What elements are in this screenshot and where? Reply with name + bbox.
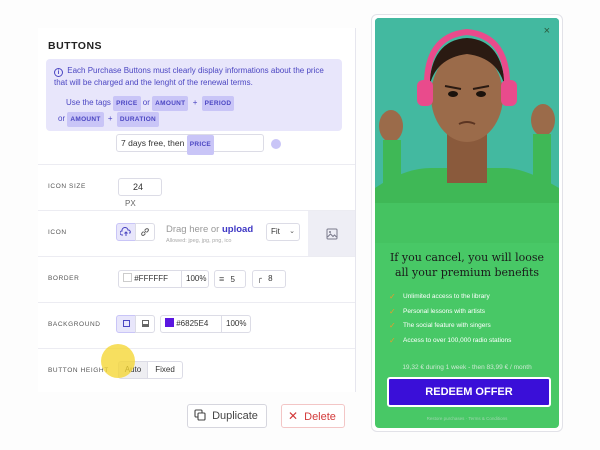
- paywall-screen: × If you cancel, you will loose all your…: [375, 18, 559, 428]
- upload-link[interactable]: upload: [222, 224, 253, 235]
- icon-size-row: ICON SIZE 24 PX: [38, 164, 355, 210]
- info-icon: i: [54, 68, 63, 77]
- redeem-offer-button[interactable]: REDEEM OFFER: [387, 377, 551, 407]
- duplicate-button[interactable]: Duplicate: [187, 404, 267, 428]
- info-notice: i Each Purchase Buttons must clearly dis…: [46, 59, 342, 131]
- benefit-text: Access to over 100,000 radio stations: [403, 336, 512, 344]
- border-color-value: #FFFFFF: [134, 274, 169, 283]
- border-width-value: 5: [230, 275, 235, 284]
- upload-icon: [119, 226, 131, 236]
- tags-row-2: or AMOUNT + DURATION: [58, 112, 160, 127]
- image-icon: [326, 228, 338, 240]
- section-title: BUTTONS: [48, 40, 103, 52]
- gradient-fill-icon: [141, 320, 149, 327]
- use-tags-label: Use the tags: [66, 98, 111, 107]
- background-opacity-input[interactable]: 100%: [221, 315, 251, 333]
- check-icon: ✓: [389, 335, 396, 345]
- upload-dropzone[interactable]: Drag here or upload: [166, 224, 253, 235]
- button-settings-panel: BUTTONS i Each Purchase Buttons must cle…: [38, 28, 356, 392]
- info-text: Each Purchase Buttons must clearly displ…: [54, 66, 324, 87]
- button-height-label: BUTTON HEIGHT: [48, 367, 109, 374]
- background-color-value: #6825E4: [176, 319, 209, 328]
- tags-row-1: Use the tags PRICE or AMOUNT + PERIOD: [66, 96, 235, 111]
- click-indicator: [101, 344, 135, 378]
- border-width-input[interactable]: ≡ 5: [214, 270, 246, 288]
- check-icon: ✓: [389, 306, 396, 316]
- border-radius-value: 8: [268, 274, 273, 283]
- border-opacity-input[interactable]: 100%: [181, 270, 209, 288]
- border-opacity-value: 100%: [186, 274, 207, 283]
- gradient-fill-button[interactable]: [135, 315, 155, 333]
- button-text-value: 7 days free, then: [121, 138, 185, 148]
- tag-price[interactable]: PRICE: [186, 135, 215, 155]
- fit-select[interactable]: Fit ⌄: [266, 223, 300, 241]
- border-label: BORDER: [48, 275, 80, 282]
- icon-size-label: ICON SIZE: [48, 183, 86, 190]
- background-color-input[interactable]: #6825E4: [160, 315, 222, 333]
- solid-fill-button[interactable]: [116, 315, 136, 333]
- paywall-preview: × If you cancel, you will loose all your…: [371, 14, 563, 432]
- benefit-item: ✓ Access to over 100,000 radio stations: [389, 334, 557, 349]
- icon-label: ICON: [48, 229, 67, 236]
- plus-sign: +: [192, 98, 198, 107]
- or-label: or: [58, 114, 66, 123]
- icon-size-value: 24: [133, 182, 144, 192]
- tag-price[interactable]: PRICE: [113, 96, 141, 111]
- close-icon[interactable]: ×: [544, 25, 550, 37]
- height-fixed-option[interactable]: Fixed: [147, 361, 183, 379]
- delete-label: Delete: [304, 411, 336, 423]
- allowed-types: Allowed: jpeg, jpg, png, ico: [166, 238, 232, 244]
- duplicate-label: Duplicate: [212, 410, 258, 422]
- tag-period[interactable]: PERIOD: [201, 96, 235, 111]
- background-row: BACKGROUND #6825E4 100%: [38, 302, 355, 348]
- benefit-text: The social feature with singers: [403, 322, 491, 329]
- background-opacity-value: 100%: [226, 319, 247, 328]
- duplicate-icon: [194, 409, 206, 421]
- border-row: BORDER #FFFFFF 100% ≡ 5 ╭ 8: [38, 256, 355, 302]
- fit-value: Fit: [271, 227, 280, 236]
- tag-amount[interactable]: AMOUNT: [152, 96, 189, 111]
- icon-size-input[interactable]: 24 PX: [118, 178, 162, 208]
- check-icon: ✓: [389, 321, 396, 330]
- chevron-down-icon: ⌄: [289, 228, 295, 235]
- button-height-row: BUTTON HEIGHT Auto Fixed: [38, 348, 355, 392]
- benefit-text: Unlimited access to the library: [403, 293, 490, 300]
- price-line: 19,32 € during 1 week - then 83,99 € / m…: [402, 364, 532, 371]
- background-label: BACKGROUND: [48, 321, 101, 328]
- or-label: or: [142, 98, 150, 107]
- hero-photo: ×: [375, 18, 559, 243]
- solid-fill-icon: [122, 320, 130, 327]
- icon-preview-box: [308, 211, 355, 257]
- benefit-item: ✓ Personal lessons with artists: [389, 305, 557, 320]
- plus-sign: +: [107, 114, 113, 123]
- link-mode-button[interactable]: [135, 223, 155, 241]
- stage: BUTTONS i Each Purchase Buttons must cle…: [0, 0, 600, 450]
- benefit-text: Personal lessons with artists: [403, 307, 486, 315]
- tag-duration[interactable]: DURATION: [116, 112, 160, 127]
- border-color-swatch: [123, 273, 132, 282]
- hero-illustration: [375, 18, 559, 243]
- border-width-icon: ≡: [219, 274, 225, 284]
- upload-mode-button[interactable]: [116, 223, 136, 241]
- footer-links[interactable]: Restore purchases · Terms & Conditions: [375, 416, 559, 421]
- border-color-input[interactable]: #FFFFFF: [118, 270, 182, 288]
- delete-icon: ✕: [288, 409, 299, 423]
- icon-size-unit: PX: [125, 199, 136, 208]
- check-icon: ✓: [389, 292, 396, 301]
- paywall-headline: If you cancel, you will loose all your p…: [389, 251, 545, 279]
- tag-amount[interactable]: AMOUNT: [67, 112, 104, 127]
- link-icon: [141, 228, 149, 236]
- border-radius-input[interactable]: ╭ 8: [252, 270, 286, 288]
- benefit-item: ✓ Unlimited access to the library: [389, 290, 557, 305]
- icon-row: ICON Drag here or upload Allowed: jpeg, …: [38, 210, 355, 257]
- background-color-swatch: [165, 318, 174, 327]
- help-icon[interactable]: [271, 139, 281, 149]
- button-text-input[interactable]: 7 days free, then PRICE: [116, 134, 264, 155]
- delete-button[interactable]: ✕ Delete: [281, 404, 345, 428]
- benefits-list: ✓ Unlimited access to the library ✓ Pers…: [389, 290, 557, 348]
- benefit-item: ✓ The social feature with singers: [389, 319, 557, 334]
- dropzone-text: Drag here or: [166, 224, 220, 235]
- border-radius-icon: ╭: [257, 274, 262, 283]
